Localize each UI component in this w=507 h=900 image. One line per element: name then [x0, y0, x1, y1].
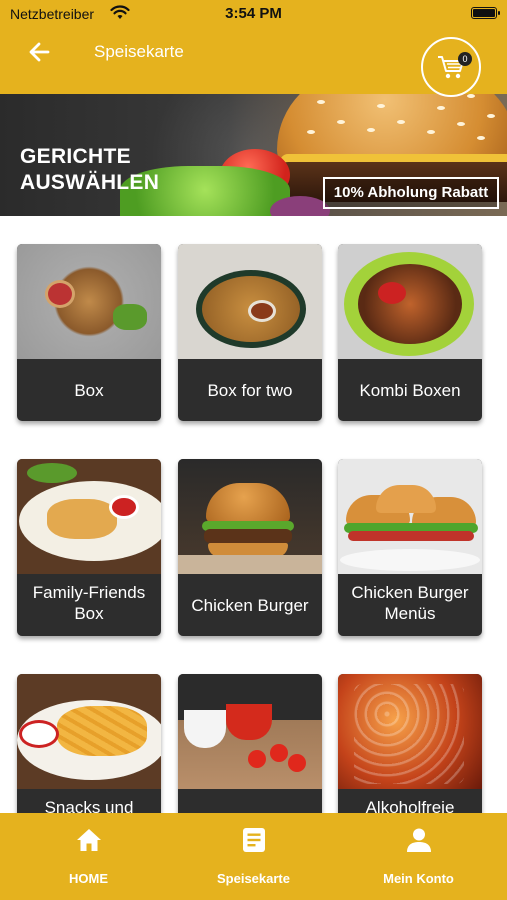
menu-card-label: Family-Friends Box — [32, 583, 146, 623]
menu-card-box-for-two[interactable]: Box for two — [178, 244, 322, 421]
chicken-burger-menus-image — [338, 459, 482, 574]
banner-title-line2: AUSWÄHLEN — [20, 171, 160, 194]
back-button[interactable] — [26, 38, 54, 66]
menu-card-box[interactable]: Box — [17, 244, 161, 421]
menu-card-label: Alkoholfreie — [365, 798, 455, 813]
nav-mein-konto-label: Mein Konto — [383, 871, 454, 886]
alkoholfreie-image — [338, 674, 482, 789]
pickup-discount-badge: 10% Abholung Rabatt — [323, 177, 499, 209]
menu-list-icon — [243, 828, 265, 852]
user-icon — [407, 828, 431, 852]
menu-card-chicken-burger[interactable]: Chicken Burger — [178, 459, 322, 636]
menu-card-family-friends-box[interactable]: Family-Friends Box — [17, 459, 161, 636]
menu-card-label: Snacks und — [44, 798, 134, 813]
home-icon — [77, 829, 101, 851]
cart-count-badge: 0 — [458, 52, 472, 66]
nav-speisekarte[interactable]: Speisekarte — [169, 813, 338, 900]
bottom-navigation: HOME Speisekarte Mein Konto — [0, 813, 507, 900]
menu-card-kombi-boxen[interactable]: Kombi Boxen — [338, 244, 482, 421]
kombi-boxen-image — [338, 244, 482, 359]
menu-card-snacks[interactable]: Snacks und — [17, 674, 161, 813]
nav-speisekarte-label: Speisekarte — [217, 871, 290, 886]
menu-card-label — [178, 789, 322, 813]
battery-icon — [471, 7, 500, 19]
arrow-left-icon — [29, 42, 50, 62]
menu-card-label: Box for two — [207, 380, 293, 400]
snacks-image — [17, 674, 161, 789]
menu-card-label: Box — [74, 380, 104, 400]
sauces-image — [178, 674, 322, 789]
chicken-burger-image — [178, 459, 322, 574]
nav-home-label: HOME — [69, 871, 108, 886]
family-friends-box-image — [17, 459, 161, 574]
nav-home[interactable]: HOME — [4, 813, 173, 900]
menu-card-label: Kombi Boxen — [359, 380, 461, 400]
status-bar: Netzbetreiber 3:54 PM — [0, 0, 507, 28]
menu-grid: Box Box for two Kombi Boxen Family-Frien… — [0, 216, 507, 813]
menu-card-label: Chicken Burger — [191, 595, 309, 615]
banner-title-line1: GERICHTE — [20, 145, 131, 168]
menu-card-label: Chicken Burger Menüs — [351, 583, 469, 623]
box-for-two-image — [178, 244, 322, 359]
page-title: Speisekarte — [94, 42, 184, 61]
box-image — [17, 244, 161, 359]
menu-card-alkoholfreie[interactable]: Alkoholfreie — [338, 674, 482, 813]
cart-button[interactable]: 0 — [421, 37, 481, 97]
banner-title: GERICHTE AUSWÄHLEN — [20, 144, 159, 196]
menu-card-chicken-burger-menus[interactable]: Chicken Burger Menüs — [338, 459, 482, 636]
nav-mein-konto[interactable]: Mein Konto — [334, 813, 503, 900]
status-time: 3:54 PM — [225, 5, 282, 22]
menu-card-sauces[interactable] — [178, 674, 322, 813]
